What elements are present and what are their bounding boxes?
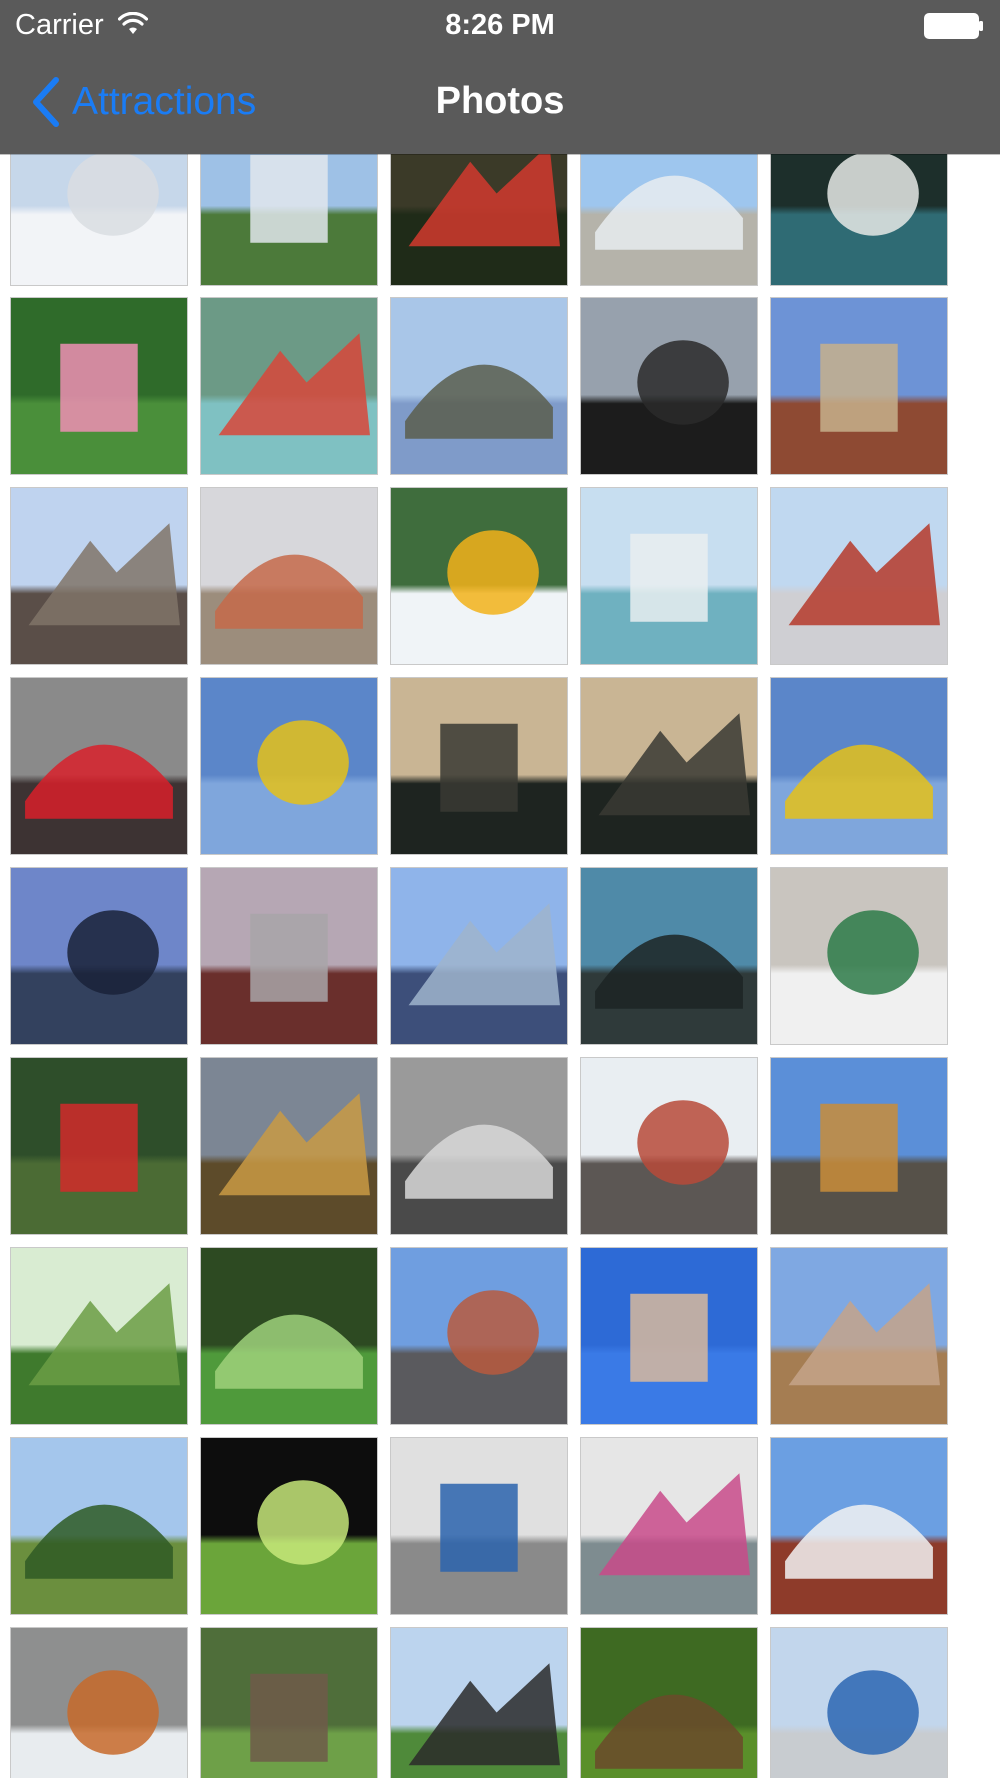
photo-thumbnail[interactable] bbox=[200, 1247, 378, 1425]
photo-thumbnail[interactable] bbox=[770, 1437, 948, 1615]
photo-image bbox=[771, 868, 947, 1044]
photo-image bbox=[391, 1058, 567, 1234]
header: Carrier 8:26 PM Attractions Photos bbox=[0, 0, 1000, 154]
photo-thumbnail[interactable] bbox=[770, 677, 948, 855]
photo-thumbnail[interactable] bbox=[200, 1057, 378, 1235]
photo-thumbnail[interactable] bbox=[770, 1627, 948, 1778]
photo-image bbox=[11, 298, 187, 474]
photo-thumbnail[interactable] bbox=[200, 297, 378, 475]
photo-image bbox=[201, 1438, 377, 1614]
photo-image bbox=[581, 1248, 757, 1424]
photo-image bbox=[391, 868, 567, 1044]
photo-image bbox=[201, 1058, 377, 1234]
status-bar: Carrier 8:26 PM bbox=[0, 0, 1000, 50]
photo-thumbnail[interactable] bbox=[10, 1437, 188, 1615]
photo-thumbnail[interactable] bbox=[10, 1247, 188, 1425]
photo-thumbnail[interactable] bbox=[10, 297, 188, 475]
photo-thumbnail[interactable] bbox=[10, 487, 188, 665]
photo-thumbnail[interactable] bbox=[390, 1247, 568, 1425]
photo-image bbox=[201, 298, 377, 474]
photo-thumbnail[interactable] bbox=[580, 1627, 758, 1778]
photo-image bbox=[11, 1438, 187, 1614]
photo-image bbox=[11, 488, 187, 664]
photo-image bbox=[11, 1248, 187, 1424]
photo-image bbox=[391, 488, 567, 664]
photo-image bbox=[771, 1628, 947, 1778]
photo-thumbnail[interactable] bbox=[200, 1437, 378, 1615]
photo-thumbnail[interactable] bbox=[200, 1627, 378, 1778]
photo-image bbox=[391, 1248, 567, 1424]
clock: 8:26 PM bbox=[445, 9, 555, 41]
photo-thumbnail[interactable] bbox=[390, 677, 568, 855]
photos-screen: Carrier 8:26 PM Attractions Photos bbox=[0, 0, 1000, 1778]
photo-image bbox=[771, 1248, 947, 1424]
photo-thumbnail[interactable] bbox=[580, 297, 758, 475]
photo-image bbox=[201, 1248, 377, 1424]
photo-image bbox=[581, 298, 757, 474]
photo-thumbnail[interactable] bbox=[580, 1437, 758, 1615]
photo-thumbnail[interactable] bbox=[10, 1627, 188, 1778]
photo-image bbox=[11, 868, 187, 1044]
photo-image bbox=[11, 1628, 187, 1778]
battery-icon bbox=[924, 13, 983, 39]
photo-thumbnail[interactable] bbox=[200, 677, 378, 855]
photo-thumbnail[interactable] bbox=[390, 487, 568, 665]
photo-thumbnail[interactable] bbox=[200, 867, 378, 1045]
photo-image bbox=[771, 1438, 947, 1614]
photo-thumbnail[interactable] bbox=[770, 1057, 948, 1235]
page-title: Photos bbox=[435, 80, 565, 122]
photo-thumbnail[interactable] bbox=[770, 867, 948, 1045]
photo-thumbnail[interactable] bbox=[770, 1247, 948, 1425]
photo-image bbox=[201, 488, 377, 664]
photo-thumbnail[interactable] bbox=[390, 867, 568, 1045]
photo-image bbox=[11, 1058, 187, 1234]
photo-thumbnail[interactable] bbox=[390, 297, 568, 475]
photo-image bbox=[11, 678, 187, 854]
photo-image bbox=[771, 1058, 947, 1234]
photo-image bbox=[391, 298, 567, 474]
photo-thumbnail[interactable] bbox=[770, 487, 948, 665]
photo-image bbox=[201, 868, 377, 1044]
photo-thumbnail[interactable] bbox=[580, 1247, 758, 1425]
photo-image bbox=[771, 488, 947, 664]
photo-thumbnail[interactable] bbox=[580, 867, 758, 1045]
photo-image bbox=[201, 678, 377, 854]
photo-thumbnail[interactable] bbox=[200, 487, 378, 665]
photo-thumbnail[interactable] bbox=[10, 867, 188, 1045]
photo-thumbnail[interactable] bbox=[770, 297, 948, 475]
photo-image bbox=[771, 678, 947, 854]
photo-image bbox=[581, 1058, 757, 1234]
photo-grid[interactable] bbox=[0, 0, 1000, 1778]
photo-thumbnail[interactable] bbox=[390, 1057, 568, 1235]
photo-image bbox=[581, 678, 757, 854]
photo-image bbox=[391, 678, 567, 854]
photo-image bbox=[581, 868, 757, 1044]
photo-thumbnail[interactable] bbox=[10, 677, 188, 855]
photo-image bbox=[771, 298, 947, 474]
photo-image bbox=[581, 1628, 757, 1778]
photo-thumbnail[interactable] bbox=[10, 1057, 188, 1235]
photo-image bbox=[391, 1628, 567, 1778]
photo-thumbnail[interactable] bbox=[390, 1627, 568, 1778]
photo-image bbox=[201, 1628, 377, 1778]
navigation-bar: Attractions Photos bbox=[0, 50, 1000, 154]
photo-thumbnail[interactable] bbox=[580, 1057, 758, 1235]
photo-thumbnail[interactable] bbox=[580, 677, 758, 855]
photo-thumbnail[interactable] bbox=[390, 1437, 568, 1615]
photo-image bbox=[581, 1438, 757, 1614]
photo-image bbox=[581, 488, 757, 664]
photo-image bbox=[391, 1438, 567, 1614]
photo-thumbnail[interactable] bbox=[580, 487, 758, 665]
